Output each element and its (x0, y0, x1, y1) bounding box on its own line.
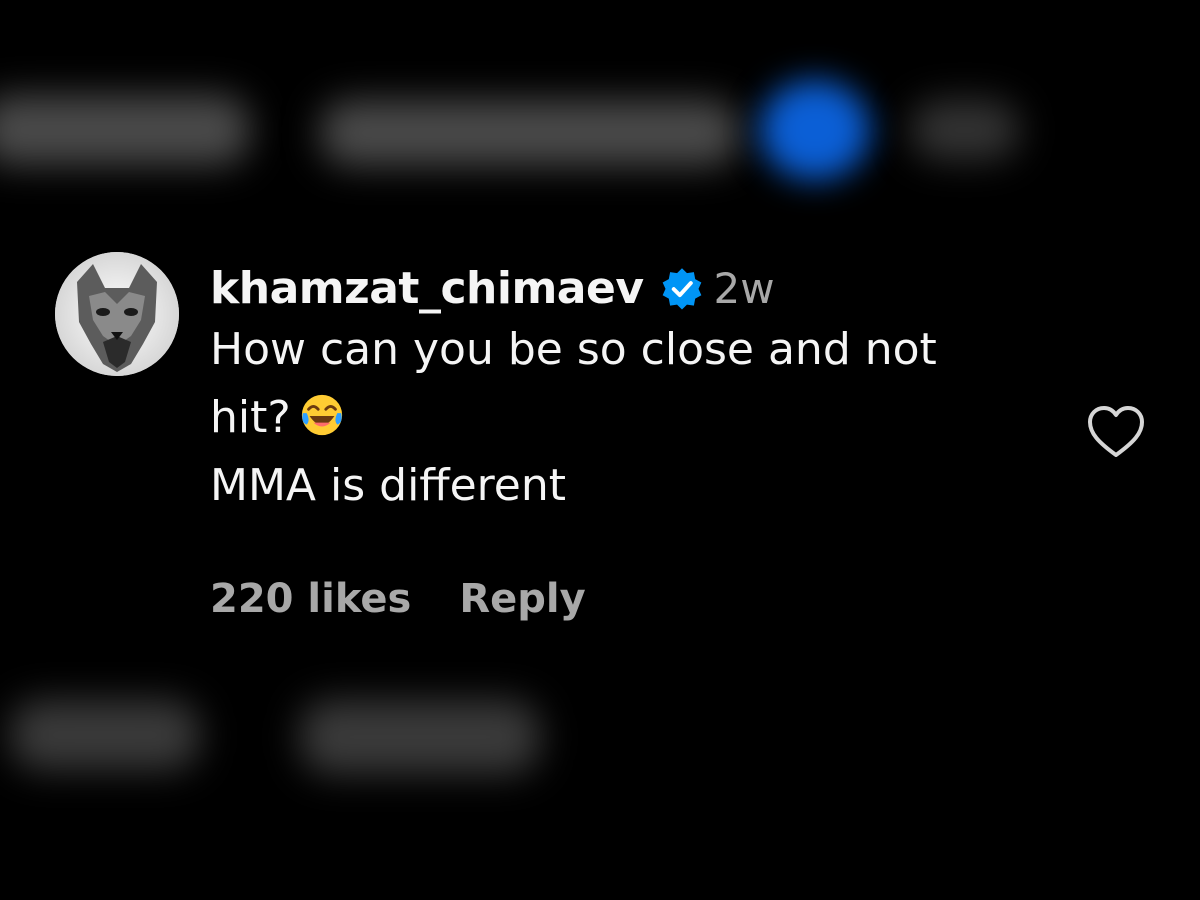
blurred-text (320, 100, 740, 166)
comment-text-line-3: MMA is different (210, 460, 567, 511)
blurred-timestamp (910, 100, 1020, 160)
comment-header: khamzat_chimaev 2w (210, 260, 1090, 316)
blurred-reply (300, 700, 540, 774)
comment-text-line-2-text: hit? (210, 392, 291, 443)
blurred-verified-badge (760, 80, 870, 180)
timestamp: 2w (713, 263, 775, 313)
comment-meta: 220 likes Reply (210, 576, 1090, 622)
verified-badge-icon (662, 268, 701, 310)
comment-body: khamzat_chimaev 2w How can you be so clo… (210, 260, 1090, 623)
avatar[interactable] (55, 252, 179, 376)
username[interactable]: khamzat_chimaev (210, 263, 644, 314)
blurred-username (0, 95, 250, 165)
wolf-avatar-icon (55, 252, 179, 376)
heart-outline-icon[interactable] (1086, 404, 1146, 460)
comment-text-line-1: How can you be so close and not (210, 324, 937, 375)
face-with-tears-of-joy-icon (301, 394, 342, 436)
comment-text-line-2: hit? (210, 384, 1090, 452)
blurred-likes (10, 700, 200, 770)
reply-button[interactable]: Reply (459, 576, 585, 622)
likes-count[interactable]: 220 likes (210, 576, 411, 622)
